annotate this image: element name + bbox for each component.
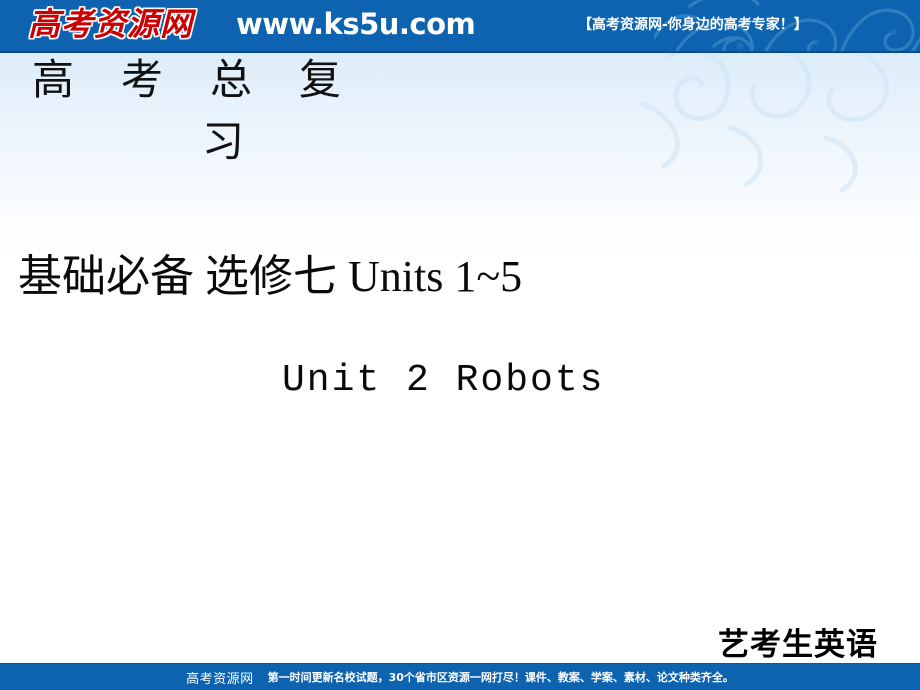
slide-canvas: 高考资源网 www.ks5u.com 【高考资源网-你身边的高考专家！】 高考总… [0,0,920,690]
subject-heading: 基础必备 选修七 Units 1~5 [18,252,523,301]
site-tagline: 【高考资源网-你身边的高考专家！】 [578,17,808,33]
footer-brand-text[interactable]: 高考资源网 [186,668,254,687]
site-logo-text[interactable]: 高考资源网 [28,2,193,46]
deck-title: 高考总复 习 [32,50,462,174]
deck-title-line-2: 习 [202,120,245,166]
footer-content: 高考资源网 第一时间更新名校试题，30个省市区资源一网打尽！课件、教案、学案、素… [0,664,920,690]
deck-title-line-1: 高考总复 [32,58,389,104]
site-header-bar: 高考资源网 www.ks5u.com 【高考资源网-你身边的高考专家！】 [0,0,920,53]
footer-slogan-text: 第一时间更新名校试题，30个省市区资源一网打尽！课件、教案、学案、素材、论文种类… [267,671,734,684]
site-footer-bar: 高考资源网 第一时间更新名校试题，30个省市区资源一网打尽！课件、教案、学案、素… [0,663,920,690]
site-url-text[interactable]: www.ks5u.com [236,7,476,41]
unit-heading: Unit 2 Robots [282,359,605,402]
course-label: 艺考生英语 [718,627,878,663]
